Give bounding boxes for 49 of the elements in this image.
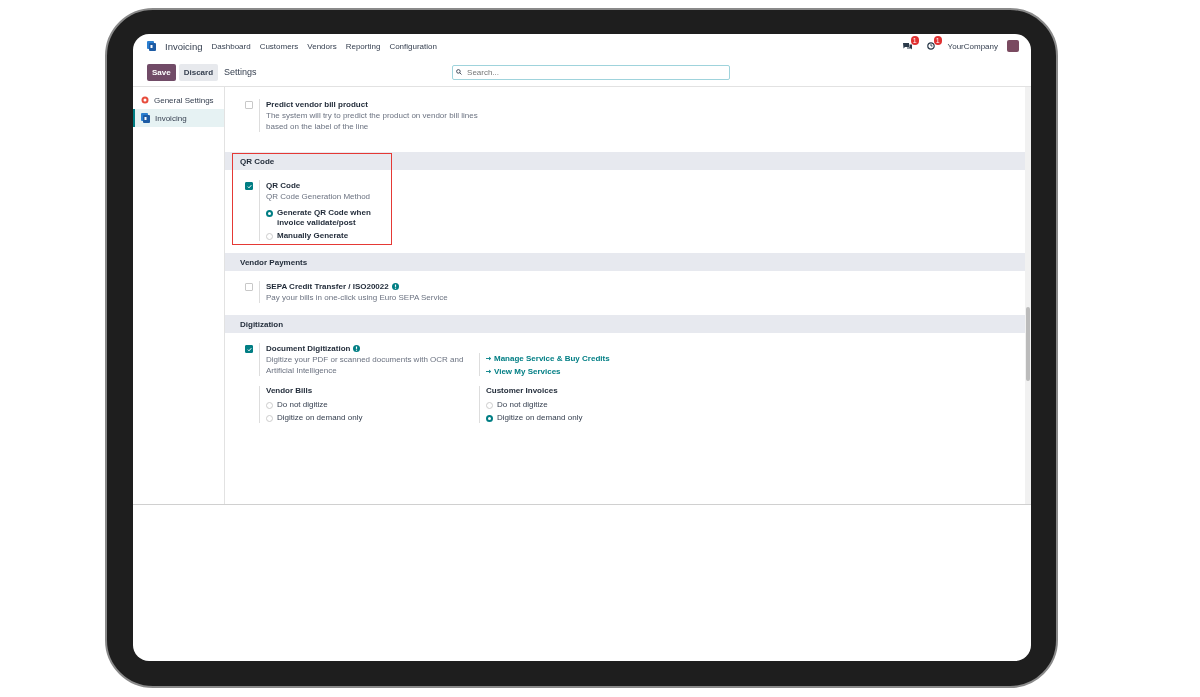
option-label: Generate QR Code when invoice validate/post xyxy=(277,208,372,228)
setting-label: SEPA Credit Transfer / ISO20022 xyxy=(266,281,389,292)
checkbox[interactable] xyxy=(245,182,253,190)
chat-icon[interactable] xyxy=(902,42,912,50)
group-title: Customer Invoices xyxy=(486,386,559,395)
group-title: Vendor Bills xyxy=(266,386,314,395)
setting-description: Digitize your PDF or scanned documents with OCR and Artificial Intelligence xyxy=(266,354,465,376)
save-button[interactable]: Save xyxy=(147,63,176,81)
option-label: Do not digitize xyxy=(277,400,328,410)
clock-icon[interactable] xyxy=(926,42,935,50)
search-field[interactable]: Search... xyxy=(452,64,731,80)
settings-icon xyxy=(141,96,149,104)
setting-description: QR Code Generation Method xyxy=(266,191,372,202)
arrow-icon xyxy=(486,368,492,374)
arrow-icon xyxy=(486,355,492,361)
radio-button[interactable] xyxy=(486,414,493,422)
radio-button[interactable] xyxy=(266,209,273,217)
checkbox[interactable] xyxy=(245,345,253,353)
option-label: Digitize on demand only xyxy=(277,413,363,423)
avatar[interactable] xyxy=(1007,40,1019,52)
scrollbar[interactable] xyxy=(1025,87,1031,504)
checkbox[interactable] xyxy=(245,101,253,109)
menu-item[interactable]: Vendors xyxy=(307,41,337,51)
menu-item[interactable]: Dashboard xyxy=(211,41,251,51)
setting-description: Pay your bills in one-click using Euro SEPA Service xyxy=(266,292,449,303)
section-header: Digitization xyxy=(225,315,1025,333)
menu-item[interactable]: Customers xyxy=(259,41,299,51)
sidebar-item[interactable]: General Settings xyxy=(133,91,224,109)
app-name[interactable]: Invoicing xyxy=(165,40,203,52)
menu-item[interactable]: Reporting xyxy=(345,41,381,51)
app-logo-icon xyxy=(147,41,156,51)
setting-description: The system will try to predict the product on vendor bill lines based on the label of the line xyxy=(266,110,479,132)
section-header: Vendor Payments xyxy=(225,253,1025,271)
section-header: QR Code xyxy=(225,152,1025,170)
option-label: Manually Generate xyxy=(277,231,349,241)
setting-label: QR Code xyxy=(266,180,301,191)
setting-label: Predict vendor bill product xyxy=(266,99,368,110)
option-label: Digitize on demand only xyxy=(497,413,583,423)
company-name[interactable]: YourCompany xyxy=(947,41,998,51)
breadcrumb: Settings xyxy=(224,67,258,77)
menu-item[interactable]: Configuration xyxy=(389,41,437,51)
link[interactable]: View My Services xyxy=(486,366,610,376)
app-logo-icon xyxy=(141,113,150,123)
sidebar-item[interactable]: Invoicing xyxy=(133,109,224,127)
checkbox[interactable] xyxy=(245,283,253,291)
option-label: Do not digitize xyxy=(497,400,548,410)
discard-button[interactable]: Discard xyxy=(178,63,219,81)
link[interactable]: Manage Service & Buy Credits xyxy=(486,353,610,363)
setting-label: Document Digitization xyxy=(266,343,351,354)
